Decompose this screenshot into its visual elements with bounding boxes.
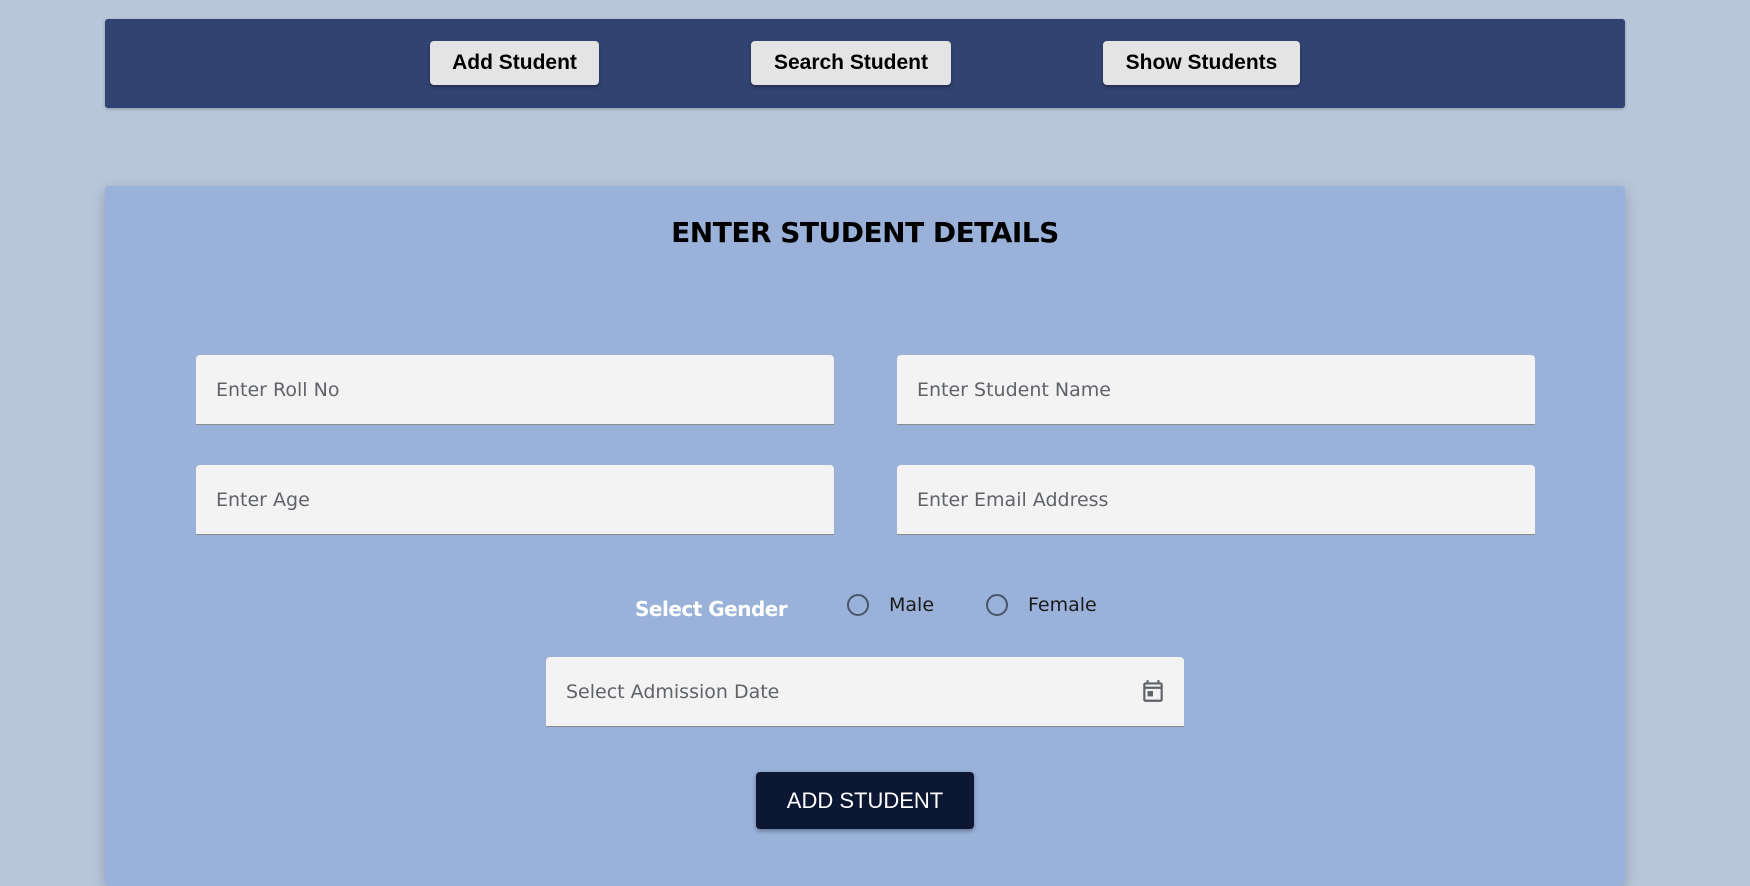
roll-no-input[interactable]: Enter Roll No <box>196 355 834 425</box>
show-students-nav-button[interactable]: Show Students <box>1103 41 1300 85</box>
search-student-nav-button[interactable]: Search Student <box>751 41 951 85</box>
gender-radio-male[interactable]: Male <box>847 594 934 616</box>
email-placeholder: Enter Email Address <box>917 488 1109 511</box>
top-nav-bar: Add Student Search Student Show Students <box>105 19 1625 108</box>
add-student-submit-button[interactable]: ADD STUDENT <box>756 772 974 829</box>
student-name-input[interactable]: Enter Student Name <box>897 355 1535 425</box>
student-name-placeholder: Enter Student Name <box>917 378 1111 401</box>
radio-circle-female[interactable] <box>986 594 1008 616</box>
calendar-icon[interactable] <box>1140 677 1166 705</box>
admission-date-input[interactable]: Select Admission Date <box>546 657 1184 727</box>
student-details-card: ENTER STUDENT DETAILS Enter Roll No Ente… <box>105 186 1625 886</box>
radio-circle-male[interactable] <box>847 594 869 616</box>
add-student-nav-button[interactable]: Add Student <box>430 41 599 85</box>
radio-label-male: Male <box>889 594 935 616</box>
form-title: ENTER STUDENT DETAILS <box>671 216 1059 249</box>
age-input[interactable]: Enter Age <box>196 465 834 535</box>
admission-date-placeholder: Select Admission Date <box>566 680 780 703</box>
age-placeholder: Enter Age <box>216 488 310 511</box>
gender-radio-female[interactable]: Female <box>986 594 1097 616</box>
email-input[interactable]: Enter Email Address <box>897 465 1535 535</box>
roll-no-placeholder: Enter Roll No <box>216 378 340 401</box>
radio-label-female: Female <box>1028 594 1097 616</box>
gender-label: Select Gender <box>635 597 788 621</box>
